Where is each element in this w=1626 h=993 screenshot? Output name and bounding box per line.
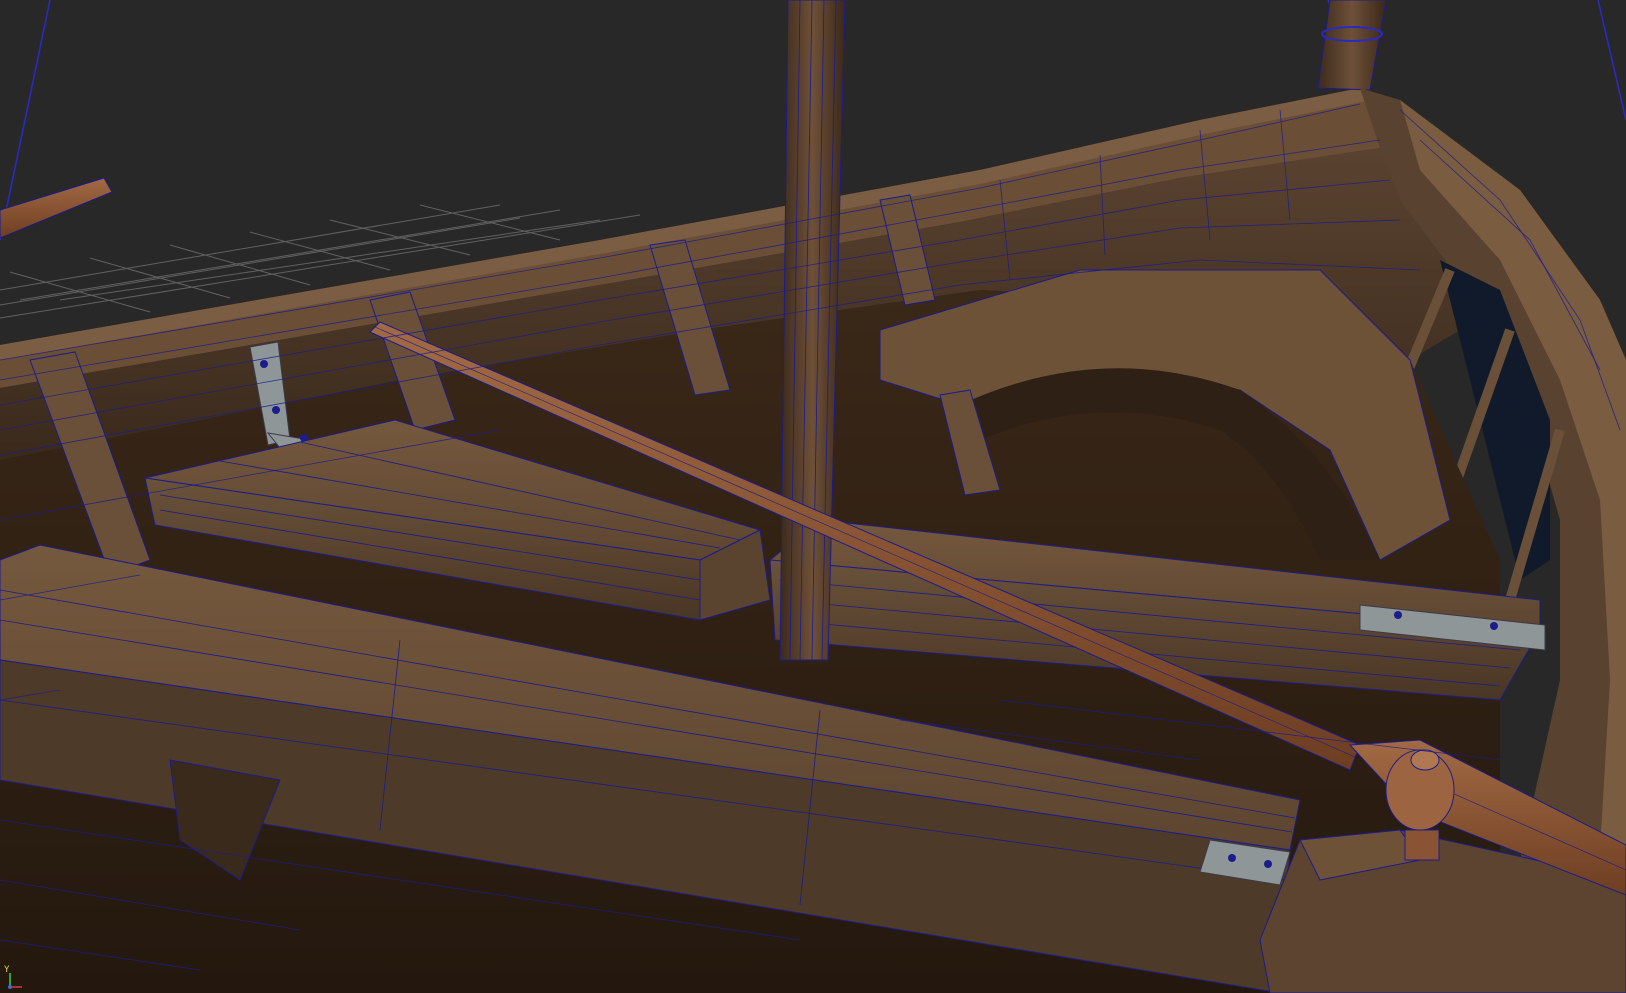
scene-render — [0, 0, 1626, 993]
3d-viewport[interactable]: Y — [0, 0, 1626, 993]
left-oar-stub — [0, 177, 113, 239]
bow-post — [1317, 0, 1387, 91]
axis-gizmo: Y — [4, 965, 26, 991]
axis-y-label: Y — [4, 965, 10, 975]
